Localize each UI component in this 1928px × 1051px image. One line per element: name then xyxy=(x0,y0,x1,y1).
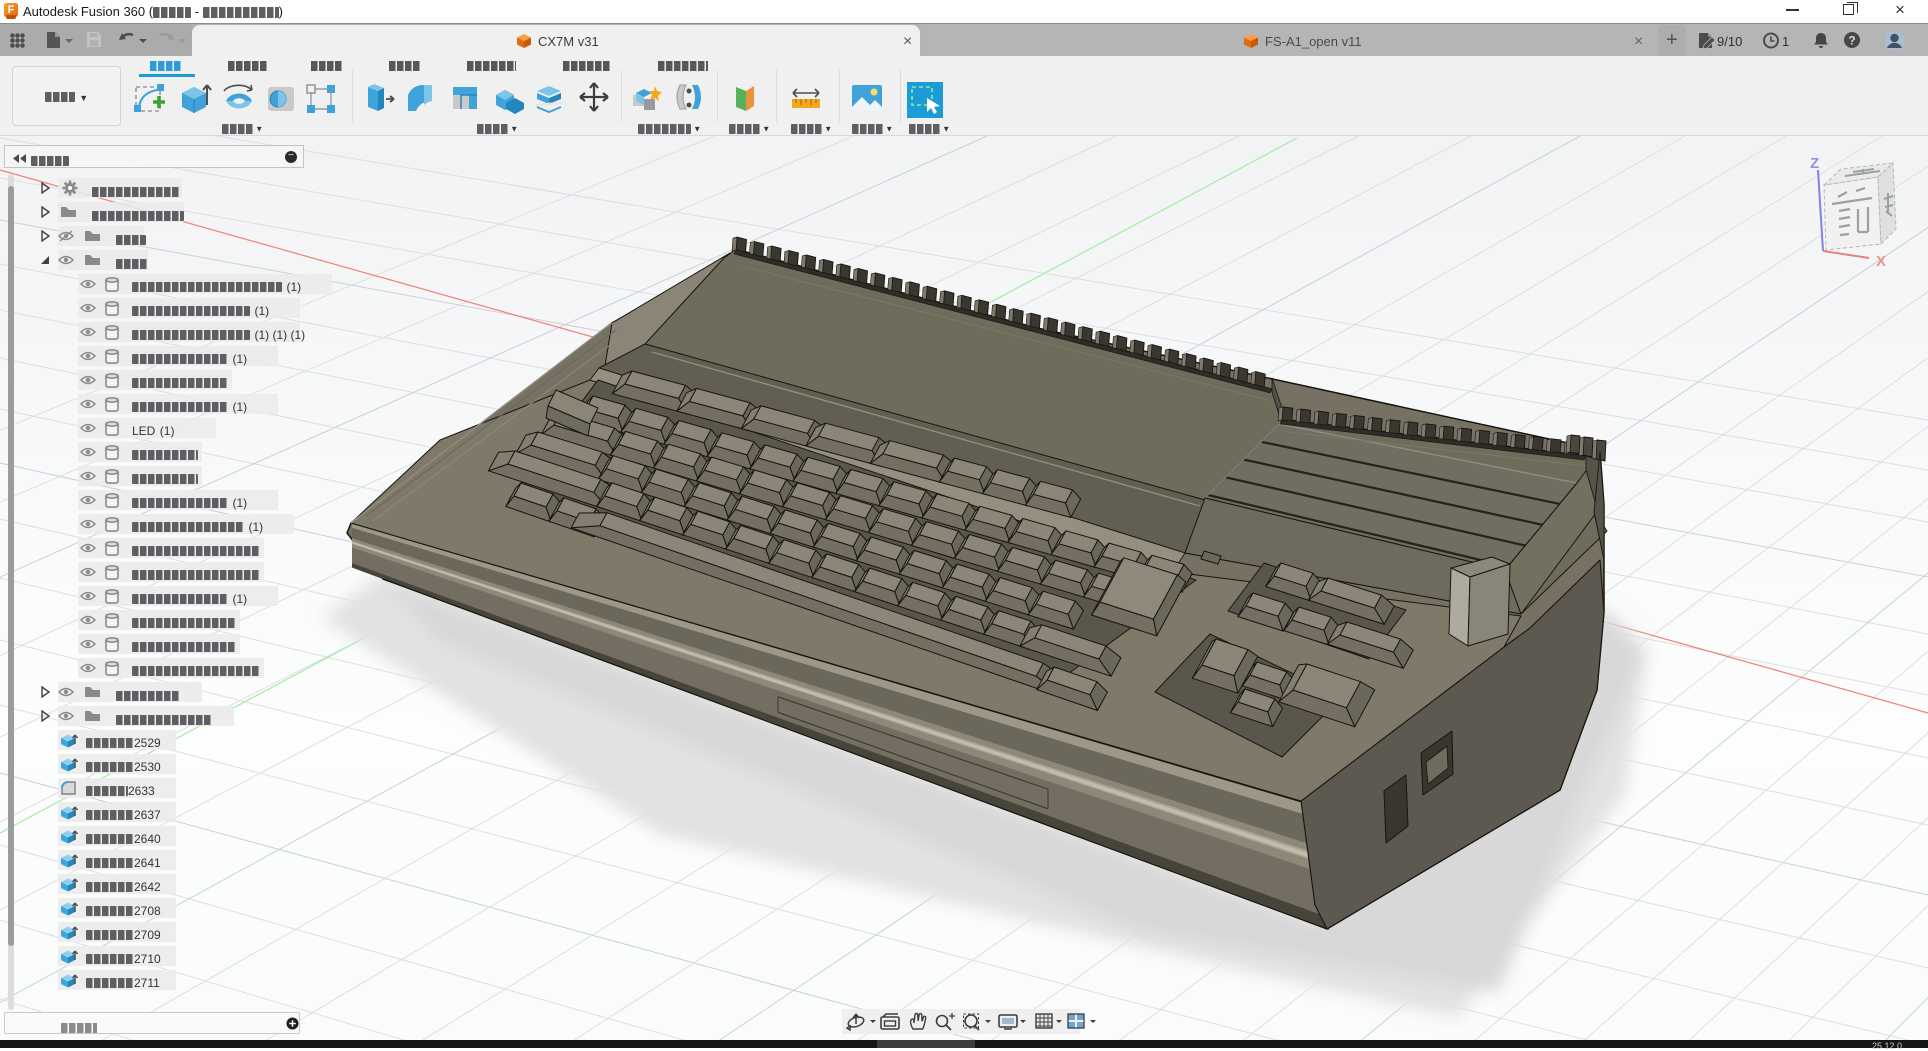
svg-text:9/10: 9/10 xyxy=(1717,34,1742,49)
svg-text:1: 1 xyxy=(1782,34,1789,49)
svg-text:Z: Z xyxy=(1810,155,1819,172)
svg-text:?: ? xyxy=(1848,34,1855,48)
svg-text:X: X xyxy=(1876,253,1886,270)
